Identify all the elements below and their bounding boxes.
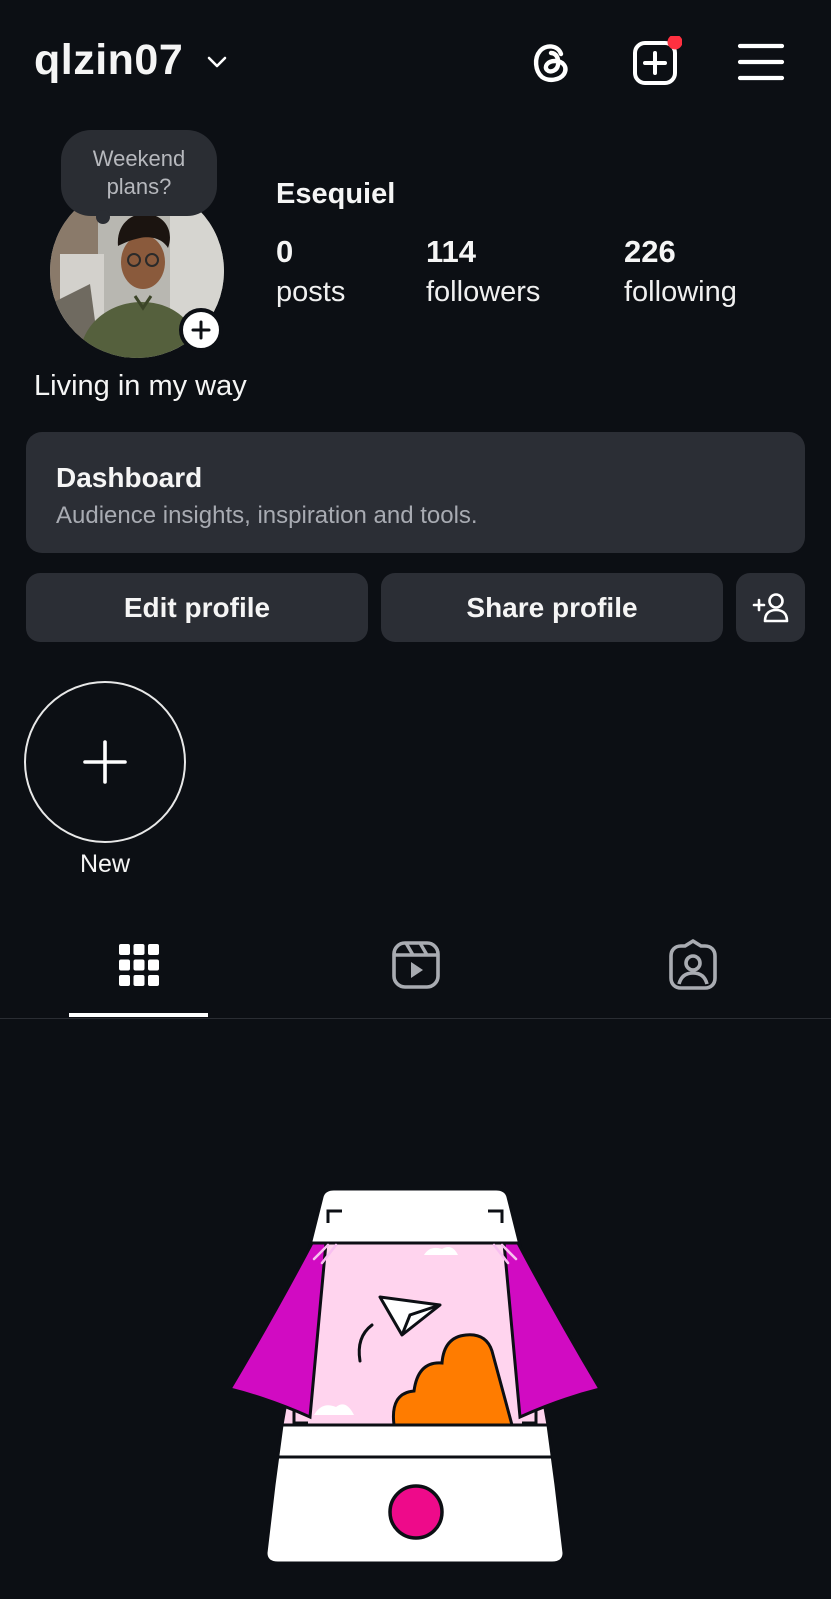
share-profile-button[interactable]: Share profile [381, 573, 723, 642]
dashboard-title: Dashboard [56, 462, 203, 493]
plus-icon [191, 320, 211, 340]
grid-icon [119, 944, 159, 986]
new-highlight-label: New [79, 850, 130, 878]
stat-followers[interactable]: 114 followers [426, 234, 540, 309]
edit-profile-button[interactable]: Edit profile [26, 573, 368, 642]
stat-posts-label: posts [276, 276, 346, 308]
profile-bio: Living in my way [34, 370, 247, 402]
create-post-icon[interactable] [630, 36, 682, 88]
tagged-icon [669, 939, 717, 990]
chevron-down-icon[interactable] [205, 50, 229, 74]
tab-tagged[interactable] [663, 935, 723, 995]
camera-illustration [230, 1187, 600, 1565]
menu-icon[interactable] [735, 36, 787, 88]
stat-posts-value: 0 [276, 234, 294, 269]
reels-icon [392, 941, 440, 989]
add-person-icon [752, 592, 788, 622]
stat-following[interactable]: 226 following [624, 234, 737, 309]
profile-name: Esequiel [276, 178, 396, 210]
note-bubble-tail [96, 210, 110, 224]
stat-following-label: following [624, 276, 737, 308]
stat-following-value: 226 [624, 234, 676, 269]
threads-icon[interactable] [526, 36, 578, 88]
add-story-button[interactable] [179, 308, 223, 352]
stat-followers-label: followers [426, 276, 541, 308]
tab-divider [0, 1018, 831, 1019]
tab-posts-grid[interactable] [109, 935, 169, 995]
dashboard-subtitle: Audience insights, inspiration and tools… [56, 502, 478, 529]
discover-people-button[interactable] [736, 573, 805, 642]
account-username[interactable]: qlzin07 [34, 36, 183, 85]
active-tab-indicator [69, 1013, 208, 1017]
profile-note-bubble[interactable]: Weekend plans? [61, 130, 217, 216]
stat-followers-value: 114 [426, 234, 477, 269]
share-profile-label: Share profile [466, 591, 638, 623]
new-highlight-button[interactable] [24, 681, 186, 843]
plus-icon [83, 740, 127, 784]
stat-posts[interactable]: 0 posts [276, 234, 345, 309]
edit-profile-label: Edit profile [123, 591, 271, 623]
notification-dot [667, 36, 682, 50]
tab-reels[interactable] [386, 935, 446, 995]
